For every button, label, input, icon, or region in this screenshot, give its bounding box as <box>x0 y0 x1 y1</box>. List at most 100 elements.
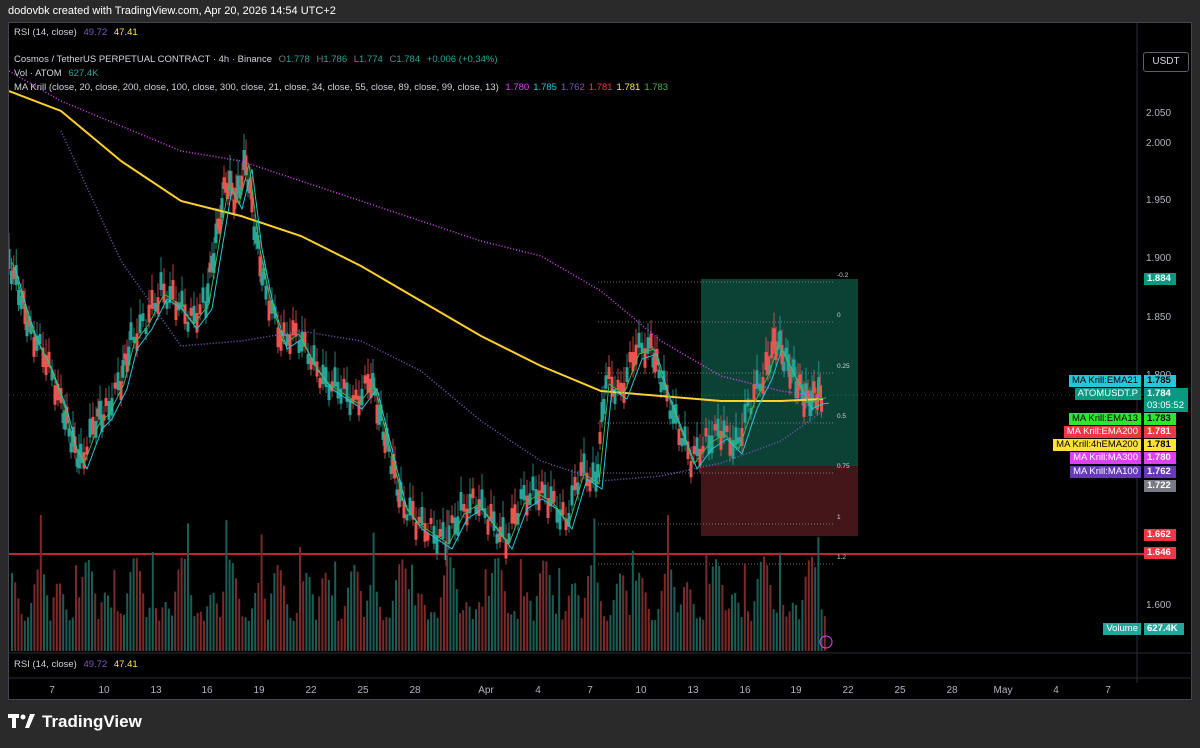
price-level-tag: 1.662 <box>1144 529 1176 541</box>
ma-krill-legend[interactable]: MA Krill (close, 20, close, 200, close, … <box>14 82 676 93</box>
volume-bar <box>177 569 180 651</box>
volume-bar <box>270 593 273 651</box>
volume-bar <box>683 587 685 651</box>
volume-bar <box>55 583 58 651</box>
volume-bar <box>228 559 231 651</box>
time-axis-label: 19 <box>790 685 802 696</box>
volume-bar <box>65 609 68 651</box>
time-axis-label: 10 <box>98 685 110 696</box>
price-level-tag: 1.722 <box>1144 480 1176 492</box>
volume-bar <box>433 612 436 651</box>
volume-bar <box>532 620 535 651</box>
volume-bar <box>196 612 199 651</box>
candle-body <box>519 489 523 499</box>
currency-button[interactable]: USDT <box>1143 52 1189 72</box>
volume-bar <box>679 604 682 651</box>
volume-bar <box>129 571 132 651</box>
volume-bar <box>590 565 593 651</box>
volume-bar <box>241 616 244 651</box>
volume-bar <box>523 596 525 651</box>
volume-bar <box>366 600 369 651</box>
volume-bar <box>715 559 717 651</box>
volume-bar <box>148 607 151 651</box>
volume-bar <box>103 592 106 651</box>
volume-bar <box>30 602 33 651</box>
symbol-legend[interactable]: Cosmos / TetherUS PERPETUAL CONTRACT · 4… <box>14 54 502 65</box>
rsi-value-2: 47.41 <box>113 27 138 38</box>
volume-bar <box>407 589 410 651</box>
candle-body <box>713 424 717 431</box>
volume-bar <box>516 618 519 651</box>
volume-bar <box>321 578 324 651</box>
volume-bar <box>167 608 170 651</box>
volume-bar <box>465 602 468 651</box>
volume-legend[interactable]: Vol · ATOM 627.4K <box>14 68 102 79</box>
volume-bar <box>254 593 257 651</box>
volume-bar <box>494 558 497 651</box>
volume-bar <box>455 589 458 651</box>
volume-bar <box>635 580 637 651</box>
volume-bar <box>238 598 241 651</box>
volume-bar <box>814 567 817 651</box>
candle-body <box>716 418 720 437</box>
fib-level-label: 0 <box>837 312 841 319</box>
candle-body <box>616 379 620 390</box>
rsi-label: RSI (14, close) <box>14 27 77 38</box>
candle-body <box>201 287 205 303</box>
chart-frame[interactable] <box>8 22 1193 701</box>
volume-bar <box>417 593 420 651</box>
volume-bar <box>795 604 797 651</box>
volume-bar <box>705 554 708 651</box>
candle-body <box>159 272 163 290</box>
volume-bar <box>513 611 516 651</box>
volume-bar <box>174 591 177 651</box>
volume-bar <box>151 552 154 651</box>
candle-body <box>32 336 36 357</box>
high-value: 1.786 <box>323 54 348 65</box>
volume-bar <box>372 532 375 651</box>
volume-bar <box>49 620 52 651</box>
ma-krill-value: 1.783 <box>644 82 669 93</box>
rsi-legend-bottom[interactable]: RSI (14, close) 49.72 47.41 <box>14 659 142 670</box>
volume-bar <box>574 583 577 651</box>
price-axis-label: 1.900 <box>1146 253 1172 264</box>
volume-bar <box>363 616 365 651</box>
volume-bar <box>71 617 74 651</box>
candle-body <box>423 523 427 542</box>
candle-body <box>561 501 565 516</box>
volume-bar <box>395 580 397 651</box>
ma-tag-value: 1.781 <box>1144 426 1176 438</box>
volume-bar <box>161 607 164 651</box>
candle-body <box>198 304 202 315</box>
time-axis-label: 13 <box>150 685 162 696</box>
volume-bar <box>692 604 695 651</box>
volume-bar <box>711 566 714 651</box>
volume-bar <box>695 618 698 651</box>
volume-bar <box>439 597 442 651</box>
volume-bar <box>587 575 589 651</box>
time-axis-label: 13 <box>687 685 699 696</box>
candle-body <box>438 528 442 537</box>
volume-bar <box>299 547 301 651</box>
volume-bar <box>449 556 452 651</box>
volume-bar <box>171 615 173 651</box>
rsi-legend-top[interactable]: RSI (14, close) 49.72 47.41 <box>14 27 142 38</box>
volume-bar <box>187 523 189 651</box>
volume-bar <box>487 595 490 651</box>
volume-bar <box>673 586 676 651</box>
rsi-value-1: 49.72 <box>83 659 108 670</box>
price-chart[interactable] <box>9 23 1193 701</box>
candle-body <box>552 490 556 503</box>
volume-bar <box>315 619 317 651</box>
candle-body <box>677 428 681 446</box>
volume-bar <box>622 575 625 651</box>
volume-bar <box>663 573 666 651</box>
volume-bar <box>603 616 605 651</box>
volume-bar <box>52 597 55 651</box>
tradingview-logo[interactable]: TradingView <box>8 712 142 732</box>
volume-bar <box>91 571 93 651</box>
time-axis-label: 7 <box>49 685 55 696</box>
symbol-name: Cosmos / TetherUS PERPETUAL CONTRACT · 4… <box>14 54 272 65</box>
volume-bar <box>263 598 266 651</box>
volume-bar <box>676 612 679 651</box>
